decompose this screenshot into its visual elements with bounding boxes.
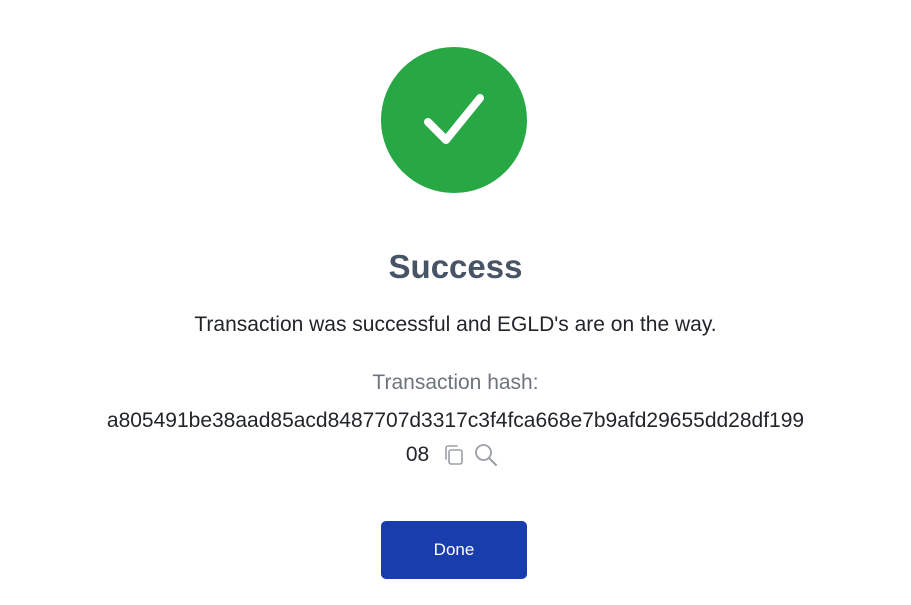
success-message: Transaction was successful and EGLD's ar…: [194, 313, 717, 336]
transaction-hash-label: Transaction hash:: [372, 371, 539, 394]
success-icon-circle: [381, 47, 527, 193]
transaction-hash-tail: 08: [405, 443, 430, 466]
transaction-hash-value: a805491be38aad85acd8487707d3317c3f4fca66…: [106, 409, 805, 432]
done-button[interactable]: Done: [381, 521, 527, 579]
check-icon: [424, 94, 484, 144]
transaction-hash-row: 08: [0, 438, 911, 472]
success-title: Success: [388, 248, 523, 285]
search-icon[interactable]: [473, 442, 499, 468]
copy-icon[interactable]: [441, 442, 467, 468]
